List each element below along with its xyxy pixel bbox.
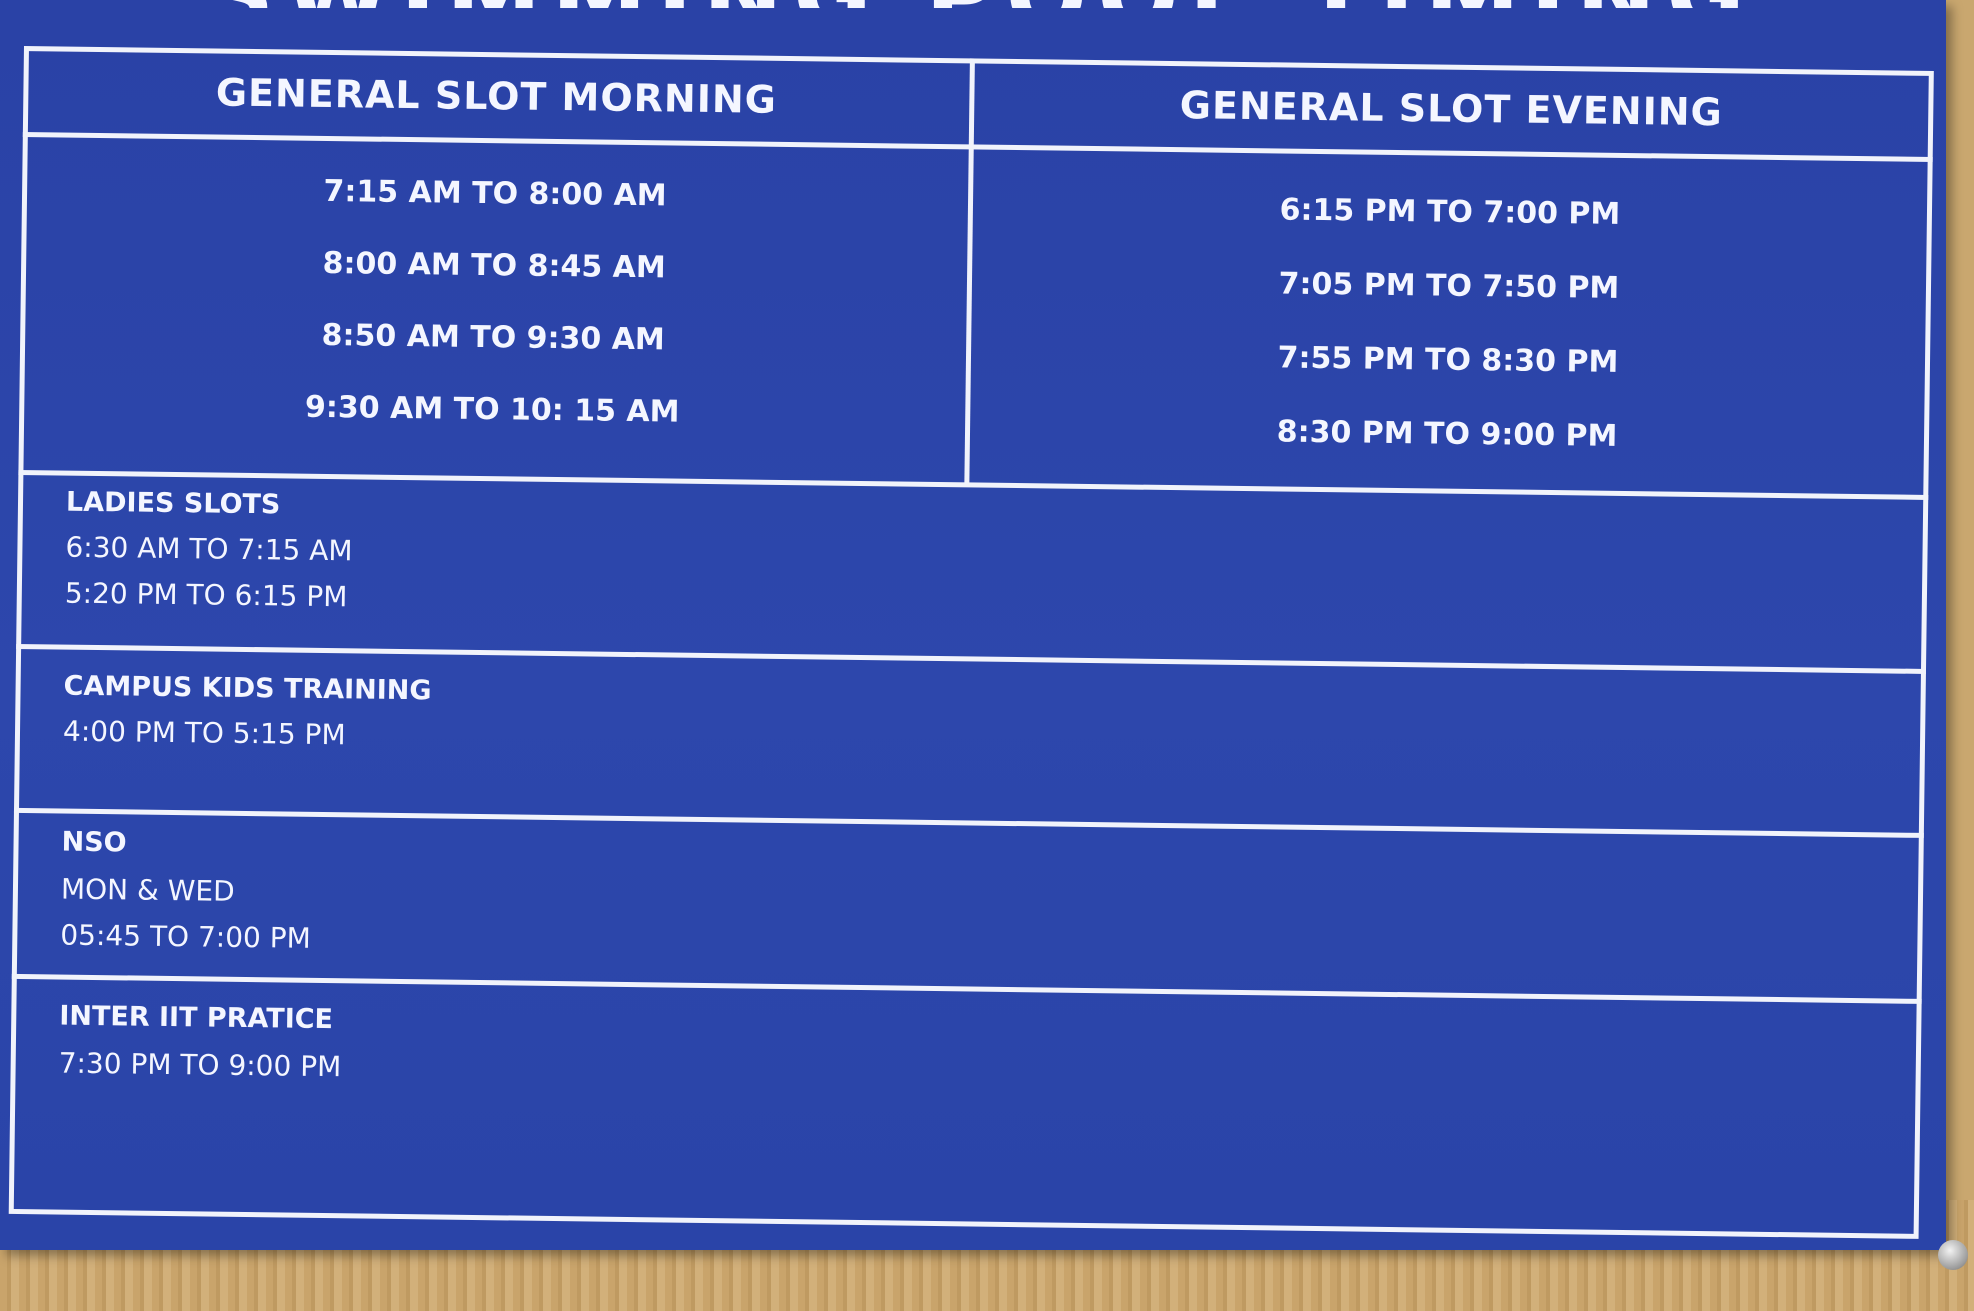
timing-board: SWIMMING POOL TIMING GENERAL SLOT MORNIN… — [0, 0, 1946, 1250]
timing-table: GENERAL SLOT MORNING GENERAL SLOT EVENIN… — [8, 46, 1934, 1239]
ladies-time: 6:30 AM TO 7:15 AM — [65, 530, 353, 568]
inter-iit-title: INTER IIT PRATICE — [59, 1000, 334, 1036]
campus-kids-time: 4:00 PM TO 5:15 PM — [62, 714, 346, 752]
board-heading: SWIMMING POOL TIMING — [110, 0, 1850, 8]
inter-iit-time: 7:30 PM TO 9:00 PM — [58, 1046, 342, 1084]
screw-icon — [1938, 1240, 1968, 1270]
ladies-time: 5:20 PM TO 6:15 PM — [64, 576, 348, 614]
ladies-title: LADIES SLOTS — [65, 486, 281, 521]
campus-kids-title: CAMPUS KIDS TRAINING — [63, 670, 432, 707]
nso-title: NSO — [61, 826, 127, 859]
nso-time: 05:45 TO 7:00 PM — [60, 918, 312, 955]
nso-days: MON & WED — [60, 872, 235, 908]
